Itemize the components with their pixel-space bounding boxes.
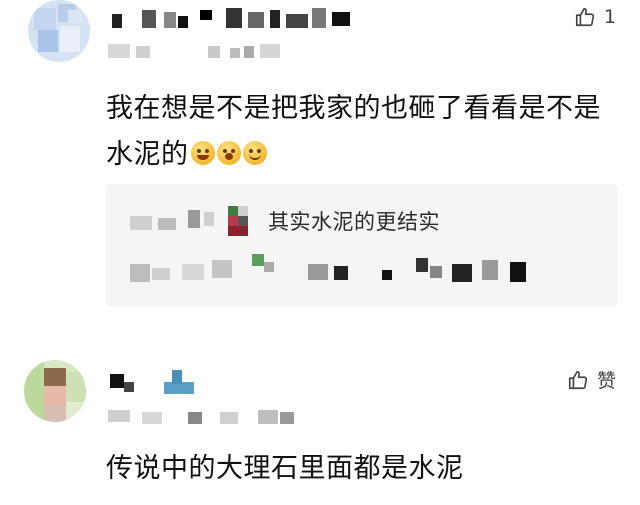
- grinning-emoji: [190, 140, 215, 165]
- like-button[interactable]: 赞: [567, 366, 616, 393]
- reply-item: [130, 254, 550, 288]
- username-redacted[interactable]: [108, 370, 228, 394]
- avatar[interactable]: [24, 360, 86, 422]
- smiling-emoji: [242, 140, 267, 165]
- yawning-emoji: [216, 140, 241, 165]
- reply-text: 其实水泥的更结实: [268, 210, 440, 234]
- timestamp-redacted: [108, 44, 288, 58]
- thumb-up-icon: [575, 7, 594, 27]
- like-label: 赞: [596, 370, 616, 392]
- comment-item: 赞 传说中的大理石里面都是水泥: [0, 338, 640, 505]
- reply-redacted-line: [130, 254, 550, 288]
- avatar[interactable]: [28, 0, 90, 62]
- thumb-up-icon: [568, 370, 588, 389]
- comment-item: 1 我在想是不是把我家的也砸了看看是不是水泥的 其实水泥的更结实: [0, 0, 640, 325]
- like-button[interactable]: 1: [574, 6, 616, 28]
- like-count: 1: [603, 6, 616, 28]
- reply-username-redacted: [130, 204, 260, 238]
- reply-item: 其实水泥的更结实: [130, 204, 440, 238]
- comment-text: 我在想是不是把我家的也砸了看看是不是水泥的: [106, 93, 601, 170]
- timestamp-redacted: [108, 410, 318, 424]
- reply-preview[interactable]: 其实水泥的更结实: [106, 184, 618, 306]
- username-redacted[interactable]: [108, 8, 368, 30]
- comment-text: 传说中的大理石里面都是水泥: [106, 453, 464, 484]
- emoji-group: [190, 140, 267, 165]
